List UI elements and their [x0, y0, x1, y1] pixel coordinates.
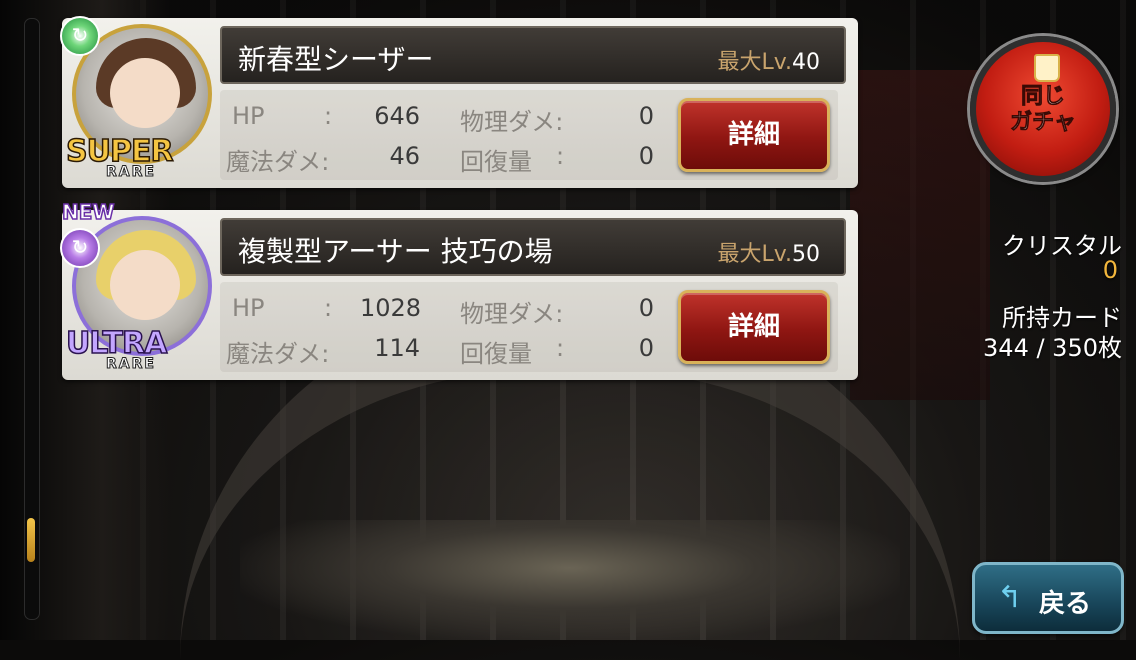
- back-button[interactable]: ↰ 戻る: [972, 562, 1124, 634]
- max-level: 最大Lv.50: [717, 236, 820, 268]
- wind-element-icon: ↻: [60, 16, 100, 56]
- scrollbar-thumb[interactable]: [27, 518, 35, 562]
- hp-label: HP: [232, 294, 265, 322]
- heal-label: 回復量: [460, 340, 532, 368]
- magic-damage-label: 魔法ダメ:: [226, 340, 330, 368]
- heal-value: 0: [638, 334, 654, 362]
- magic-damage-value: 114: [374, 334, 420, 362]
- new-badge: NEW: [61, 199, 115, 225]
- magic-damage-label: 魔法ダメ:: [226, 148, 330, 176]
- detail-button[interactable]: 詳細: [678, 98, 830, 172]
- heal-colon: :: [556, 334, 565, 362]
- max-level-prefix: 最大Lv.: [717, 50, 792, 75]
- heal-value: 0: [638, 142, 654, 170]
- return-arrow-icon: ↰: [997, 580, 1023, 615]
- gacha-capsule-icon: [1034, 54, 1060, 82]
- rarity-sub-label: RARE: [106, 356, 156, 373]
- card-name-bar: 新春型シーザー 最大Lv.40: [220, 26, 846, 84]
- hp-value: 646: [374, 102, 420, 130]
- heal-colon: :: [556, 142, 565, 170]
- physical-damage-label: 物理ダメ:: [460, 108, 564, 136]
- background-platform: [240, 520, 900, 640]
- max-level: 最大Lv.40: [717, 44, 820, 76]
- rarity-sub-label: RARE: [106, 164, 156, 181]
- crystal-value: 0: [1102, 256, 1118, 284]
- hp-colon: :: [324, 102, 333, 130]
- card-name: 新春型シーザー: [238, 43, 434, 76]
- max-level-prefix: 最大Lv.: [717, 242, 792, 267]
- max-level-value: 40: [792, 50, 820, 75]
- same-gacha-label: 同じ ガチャ: [1010, 84, 1077, 136]
- physical-damage-label: 物理ダメ:: [460, 300, 564, 328]
- same-gacha-button[interactable]: 同じ ガチャ: [970, 36, 1116, 182]
- card-name: 複製型アーサー 技巧の場: [238, 235, 553, 268]
- hp-colon: :: [324, 294, 333, 322]
- back-label: 戻る: [1039, 589, 1092, 619]
- card-name-bar: 複製型アーサー 技巧の場 最大Lv.50: [220, 218, 846, 276]
- detail-button[interactable]: 詳細: [678, 290, 830, 364]
- physical-damage-value: 0: [638, 102, 654, 130]
- hp-value: 1028: [360, 294, 422, 322]
- card-list-item[interactable]: ↻ SUPER RARE 新春型シーザー 最大Lv.40 HP : 646 魔法…: [60, 16, 858, 188]
- character-face: [110, 250, 180, 320]
- physical-damage-value: 0: [638, 294, 654, 322]
- magic-damage-value: 46: [389, 142, 420, 170]
- max-level-value: 50: [792, 242, 820, 267]
- cards-owned-value: 344 / 350枚: [983, 334, 1122, 362]
- hp-label: HP: [232, 102, 265, 130]
- card-list-item[interactable]: ↻ NEW ULTRA RARE 複製型アーサー 技巧の場 最大Lv.50 HP…: [60, 199, 858, 380]
- heal-label: 回復量: [460, 148, 532, 176]
- dark-element-icon: ↻: [60, 228, 100, 268]
- character-face: [110, 58, 180, 128]
- background-banner: [850, 70, 990, 400]
